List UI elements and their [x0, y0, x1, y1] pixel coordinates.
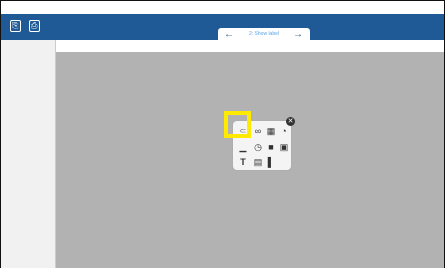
- left-panel: [1, 40, 56, 268]
- page-title: 2: Show label: [248, 31, 280, 37]
- link-icon[interactable]: ∞: [253, 126, 263, 136]
- bar-chart-icon[interactable]: ▌: [266, 157, 276, 167]
- video-icon[interactable]: ■: [266, 142, 276, 152]
- new-document-icon: ⎘: [12, 21, 19, 30]
- previous-page-button[interactable]: ←: [224, 28, 234, 41]
- popup-close-icon[interactable]: ✕: [286, 117, 295, 126]
- page-nav-tab: ← 2: Show label →: [218, 28, 310, 41]
- selection-highlight: [224, 111, 251, 138]
- line-chart-icon[interactable]: ▁: [238, 142, 248, 152]
- copy-document-button[interactable]: ⎙: [29, 20, 40, 32]
- copy-document-icon: ⎙: [31, 21, 38, 30]
- table-icon[interactable]: ▦: [266, 126, 276, 136]
- gauge-icon[interactable]: ◔: [279, 126, 289, 136]
- next-page-button[interactable]: →: [293, 28, 303, 41]
- timer-icon[interactable]: ◷: [253, 142, 263, 152]
- document-icon[interactable]: ▤: [253, 157, 263, 167]
- text-tool-icon[interactable]: T: [238, 157, 248, 167]
- calculator-icon[interactable]: ▣: [279, 142, 289, 152]
- new-document-button[interactable]: ⎘: [10, 20, 21, 32]
